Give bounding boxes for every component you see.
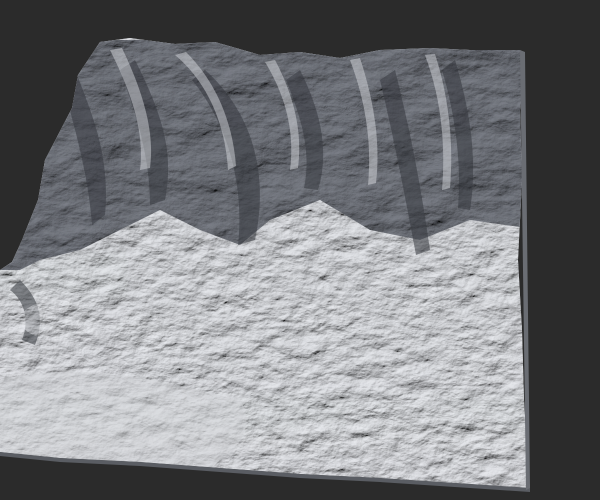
terrain-mesh — [0, 38, 530, 488]
3d-viewport[interactable] — [0, 0, 600, 500]
terrain-render — [0, 38, 530, 492]
